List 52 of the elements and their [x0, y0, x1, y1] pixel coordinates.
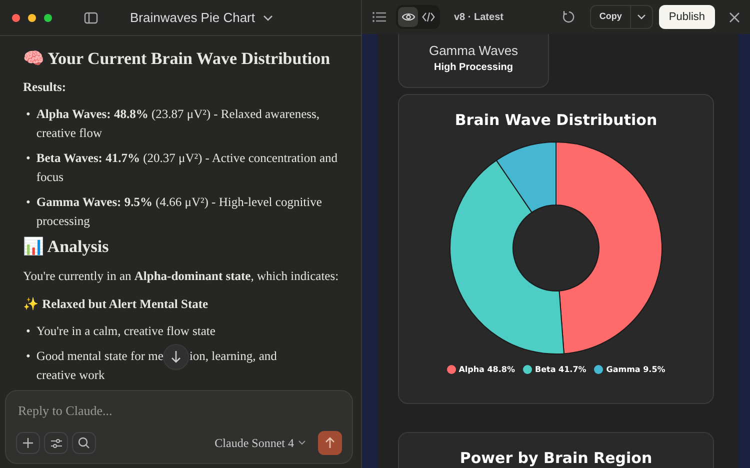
list-item: creative work — [36, 366, 105, 384]
card-subtitle: High Processing — [434, 61, 513, 75]
legend-label: Beta 41.7% — [534, 364, 586, 376]
research-button[interactable] — [72, 432, 96, 454]
bullet: • — [26, 322, 30, 340]
legend-label: Alpha 48.8% — [458, 364, 515, 376]
zoom-dot[interactable] — [44, 14, 52, 22]
sliders-icon — [50, 438, 62, 448]
eye-icon — [402, 12, 414, 22]
publish-button[interactable]: Publish — [658, 5, 715, 29]
sidebar-icon[interactable] — [84, 12, 98, 24]
bullet: • — [26, 106, 30, 124]
model-selector[interactable]: Claude Sonnet 4 — [214, 434, 294, 452]
minimize-dot[interactable] — [28, 14, 36, 22]
search-icon — [78, 437, 90, 449]
settings-button[interactable] — [44, 432, 68, 454]
down-arrow-icon — [170, 350, 182, 364]
list-item: Good mental state for me — [36, 348, 164, 363]
send-button[interactable] — [318, 431, 342, 455]
up-arrow-icon — [325, 437, 335, 449]
list-item: Gamma Waves: 9.5% (4.66 μV²) - High-level cognitive processing — [36, 194, 323, 230]
preview-tab[interactable] — [398, 7, 418, 27]
bold-label: Results: — [23, 79, 68, 96]
scroll-down-button[interactable] — [163, 344, 190, 370]
bullet: • — [26, 348, 30, 365]
add-button[interactable] — [16, 432, 40, 454]
plus-icon — [23, 438, 33, 448]
version-label[interactable]: v8 · Latest — [454, 10, 504, 24]
chart-title: Brain Wave Distribution — [454, 110, 658, 131]
list-icon[interactable] — [372, 11, 386, 23]
chevron-icon[interactable] — [298, 440, 306, 446]
list-item: Beta Waves: 41.7% (20.37 μV²) - Active concentration and focus — [36, 150, 339, 186]
paragraph: You're currently in an Alpha-dominant state, which indicates: — [23, 268, 339, 285]
close-icon[interactable] — [729, 12, 740, 22]
close-dot[interactable] — [12, 14, 20, 22]
list-item: ion, learning, and — [189, 348, 277, 363]
legend-label: Gamma 9.5% — [606, 364, 666, 376]
chevron-icon[interactable] — [263, 14, 273, 22]
reply-field[interactable]: Reply to Claude... Claude Sonnet 4 — [5, 390, 353, 464]
section-heading: 🧠 Your Current Brain Wave Distribution — [23, 49, 332, 70]
chevron-icon — [636, 14, 646, 20]
bullet: • — [26, 194, 30, 212]
list-item: Alpha Waves: 48.8% (23.87 μV²) - Relaxed awareness, creative flow — [36, 106, 320, 142]
list-item: You're in a calm, creative flow state — [36, 322, 216, 340]
chat-title[interactable]: Brainwaves Pie Chart — [130, 8, 255, 28]
bullet: • — [26, 150, 30, 168]
chart-title: Power by Brain Region — [460, 448, 652, 468]
card-title: Gamma Waves — [428, 42, 518, 60]
section-heading: 📊 Analysis — [23, 237, 110, 258]
code-icon — [422, 12, 434, 22]
bold-label: ✨ Relaxed but Alert Mental State — [23, 296, 210, 313]
refresh-icon[interactable] — [562, 10, 576, 24]
